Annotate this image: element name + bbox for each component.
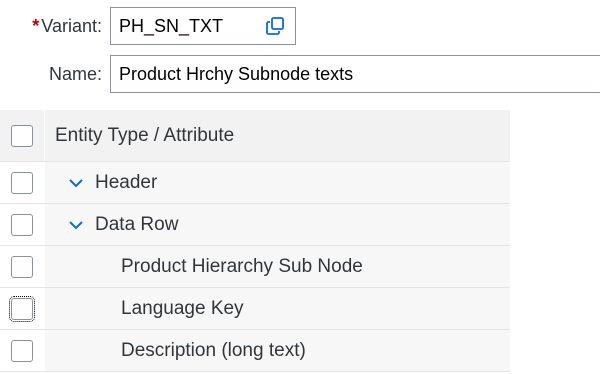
- row-label: Data Row: [95, 213, 179, 235]
- row-label-cell: Data Row: [44, 204, 510, 245]
- required-marker: *: [32, 15, 40, 36]
- row-select-cell: [0, 246, 44, 287]
- table-header-row: Entity Type / Attribute: [0, 110, 510, 162]
- variant-value: PH_SN_TXT: [119, 15, 224, 36]
- column-header-entity: Entity Type / Attribute: [44, 110, 510, 161]
- table-row[interactable]: Data Row: [0, 204, 510, 246]
- entity-table: Entity Type / Attribute Header Data Row: [0, 110, 510, 372]
- name-value: Product Hrchy Subnode texts: [119, 63, 354, 84]
- row-label: Language Key: [121, 297, 244, 319]
- select-all-checkbox[interactable]: [11, 124, 33, 147]
- name-row: Name: Product Hrchy Subnode texts: [0, 54, 600, 94]
- row-select-cell: [0, 162, 44, 203]
- variant-row: * Variant: PH_SN_TXT: [0, 6, 600, 46]
- variant-input[interactable]: PH_SN_TXT: [110, 7, 296, 45]
- variant-label-wrap: * Variant:: [0, 16, 110, 37]
- row-checkbox[interactable]: [11, 213, 33, 236]
- variant-label: Variant:: [41, 15, 102, 36]
- name-label: Name:: [48, 63, 102, 84]
- name-input[interactable]: Product Hrchy Subnode texts: [110, 55, 600, 93]
- row-label-cell: Description (long text): [44, 330, 510, 371]
- row-label: Product Hierarchy Sub Node: [121, 255, 363, 277]
- row-select-cell: [0, 204, 44, 245]
- table-row[interactable]: Language Key: [0, 288, 510, 330]
- row-checkbox[interactable]: [11, 339, 33, 362]
- chevron-down-icon[interactable]: [65, 214, 87, 236]
- row-label-cell: Language Key: [44, 288, 510, 329]
- row-checkbox[interactable]: [11, 255, 33, 278]
- chevron-down-icon[interactable]: [65, 172, 87, 194]
- row-label-cell: Header: [44, 162, 510, 203]
- row-label: Description (long text): [121, 339, 306, 361]
- row-label: Header: [95, 171, 158, 193]
- select-all-cell: [0, 110, 44, 161]
- value-help-icon[interactable]: [263, 14, 287, 38]
- row-checkbox[interactable]: [9, 295, 35, 322]
- row-select-cell: [0, 288, 44, 329]
- row-checkbox[interactable]: [11, 171, 33, 194]
- table-row[interactable]: Header: [0, 162, 510, 204]
- table-row[interactable]: Product Hierarchy Sub Node: [0, 246, 510, 288]
- row-label-cell: Product Hierarchy Sub Node: [44, 246, 510, 287]
- table-row[interactable]: Description (long text): [0, 330, 510, 372]
- row-select-cell: [0, 330, 44, 371]
